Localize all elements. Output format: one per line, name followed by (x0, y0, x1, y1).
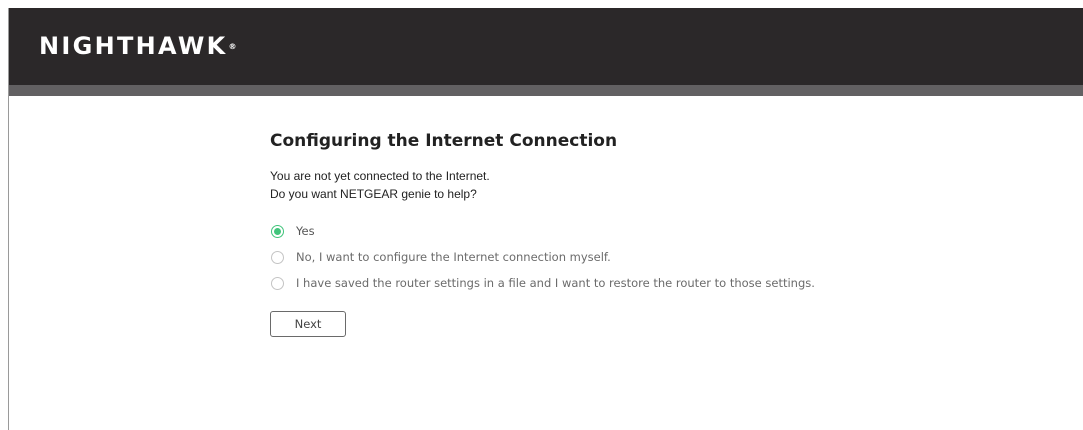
registered-mark: ® (228, 42, 237, 51)
connection-options: Yes No, I want to configure the Internet… (270, 218, 1050, 296)
page-title: Configuring the Internet Connection (270, 131, 618, 151)
intro-line-2: Do you want NETGEAR genie to help? (270, 187, 477, 201)
option-yes[interactable]: Yes (270, 218, 1050, 244)
next-button[interactable]: Next (270, 311, 346, 337)
setup-panel: Configuring the Internet Connection You … (270, 130, 1050, 337)
header-bar: NIGHTHAWK® (9, 8, 1083, 85)
intro-line-1: You are not yet connected to the Interne… (270, 169, 490, 183)
option-yes-label: Yes (296, 224, 315, 238)
logo-text: NIGHTHAWK (39, 32, 228, 60)
option-restore-settings-label: I have saved the router settings in a fi… (296, 276, 815, 290)
header-strip (9, 85, 1083, 96)
radio-restore-settings[interactable] (271, 276, 284, 290)
option-restore-settings[interactable]: I have saved the router settings in a fi… (270, 270, 1050, 296)
radio-yes[interactable] (271, 224, 284, 238)
radio-configure-myself[interactable] (271, 250, 284, 264)
option-configure-myself[interactable]: No, I want to configure the Internet con… (270, 244, 1050, 270)
intro-text: You are not yet connected to the Interne… (270, 167, 1050, 203)
nighthawk-logo: NIGHTHAWK® (39, 31, 237, 61)
option-configure-myself-label: No, I want to configure the Internet con… (296, 250, 611, 264)
